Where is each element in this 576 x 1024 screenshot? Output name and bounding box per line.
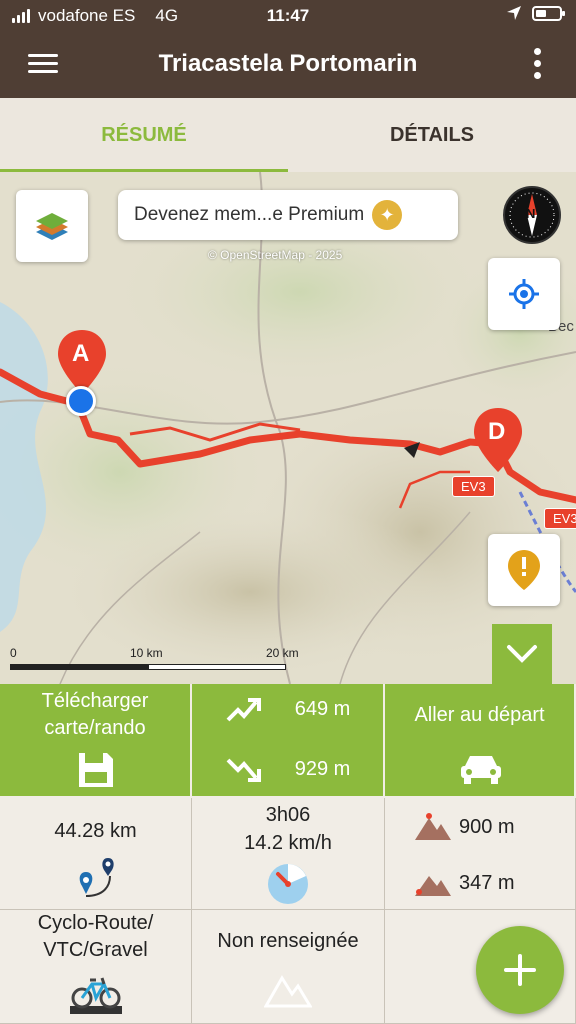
current-location-dot bbox=[66, 386, 96, 416]
crosshair-icon bbox=[509, 279, 539, 309]
difficulty-cell: Non renseignée bbox=[192, 910, 385, 1024]
mountain-outline-icon bbox=[264, 975, 312, 1008]
bicycle-icon bbox=[70, 977, 122, 1014]
plus-icon bbox=[504, 954, 536, 986]
scale-bar-segment bbox=[10, 664, 148, 670]
duration-cell: 3h06 14.2 km/h bbox=[192, 798, 385, 910]
road-badge: EV3 bbox=[452, 476, 495, 497]
ascent-icon bbox=[226, 698, 261, 722]
duration-value: 3h06 bbox=[265, 804, 311, 826]
tab-bar: RÉSUMÉ DÉTAILS bbox=[0, 98, 576, 172]
clock: 11:47 bbox=[266, 6, 310, 25]
altitude-max-value: 900 m bbox=[459, 816, 515, 838]
download-label: Télécharger carte/rando bbox=[41, 690, 149, 739]
kebab-icon[interactable] bbox=[534, 48, 542, 80]
elevation-gain-cell: 649 m 929 m bbox=[192, 684, 385, 798]
descent-value: 929 m bbox=[294, 758, 351, 780]
ascent-value: 649 m bbox=[294, 698, 351, 720]
compass-icon[interactable]: N bbox=[503, 186, 561, 244]
altitude-min-value: 347 m bbox=[459, 872, 515, 894]
top-bar: vodafone ES 4G 11:47 Triacastela Portoma… bbox=[0, 0, 576, 98]
map-view[interactable]: EV3 EV3 Bec A D Devenez mem...e Premium … bbox=[0, 172, 576, 684]
distance-value: 44.28 km bbox=[54, 820, 137, 842]
tab-details[interactable]: DÉTAILS bbox=[288, 98, 576, 172]
speed-value: 14.2 km/h bbox=[244, 832, 332, 854]
alert-pin-icon bbox=[508, 550, 540, 590]
status-bar: vodafone ES 4G 11:47 bbox=[0, 0, 576, 32]
activity-label: Cyclo-Route/ VTC/Gravel bbox=[37, 912, 154, 961]
premium-text: Devenez mem...e Premium bbox=[134, 204, 365, 225]
mountain-max-icon bbox=[415, 813, 451, 840]
scale-label-mid: 10 km bbox=[130, 646, 163, 660]
distance-cell: 44.28 km bbox=[0, 798, 192, 910]
locate-me-button[interactable] bbox=[488, 258, 560, 330]
go-to-start-button[interactable]: Aller au départ bbox=[385, 684, 576, 798]
compass-letter: N bbox=[526, 206, 536, 221]
map-scale: 0 10 km 20 km bbox=[10, 646, 300, 676]
go-to-start-label: Aller au départ bbox=[414, 704, 545, 726]
descent-icon bbox=[226, 758, 261, 782]
chevron-down-icon bbox=[507, 645, 537, 663]
scale-bar-segment bbox=[148, 664, 286, 670]
mountain-min-icon bbox=[415, 876, 451, 896]
layers-icon bbox=[36, 213, 68, 240]
scale-label-end: 20 km bbox=[266, 646, 299, 660]
download-button[interactable]: Télécharger carte/rando bbox=[0, 684, 192, 798]
altitude-cell: 900 m 347 m bbox=[385, 798, 576, 910]
app-screen: vodafone ES 4G 11:47 Triacastela Portoma… bbox=[0, 0, 576, 1024]
location-arrow-icon bbox=[507, 6, 521, 20]
battery-icon bbox=[532, 5, 565, 21]
star-icon: ✦ bbox=[372, 200, 403, 230]
car-icon bbox=[461, 756, 501, 784]
add-fab-button[interactable] bbox=[476, 926, 564, 1014]
route-pins-icon bbox=[79, 858, 114, 897]
premium-banner[interactable]: Devenez mem...e Premium ✦ bbox=[118, 190, 458, 240]
scale-label-zero: 0 bbox=[10, 646, 17, 660]
difficulty-label: Non renseignée bbox=[217, 930, 359, 952]
tab-resume[interactable]: RÉSUMÉ bbox=[0, 98, 288, 172]
map-attribution: © OpenStreetMap - 2025 bbox=[208, 248, 343, 262]
save-icon bbox=[79, 753, 113, 787]
road-badge: EV3 bbox=[544, 508, 576, 529]
end-marker-label: D bbox=[488, 418, 506, 445]
activity-cell: Cyclo-Route/ VTC/Gravel bbox=[0, 910, 192, 1024]
page-title: Triacastela Portomarin bbox=[158, 50, 418, 77]
start-marker-label: A bbox=[72, 340, 90, 367]
timer-icon bbox=[268, 864, 308, 904]
map-layers-button[interactable] bbox=[16, 190, 88, 262]
collapse-map-button[interactable] bbox=[492, 624, 552, 684]
report-alert-button[interactable] bbox=[488, 534, 560, 606]
